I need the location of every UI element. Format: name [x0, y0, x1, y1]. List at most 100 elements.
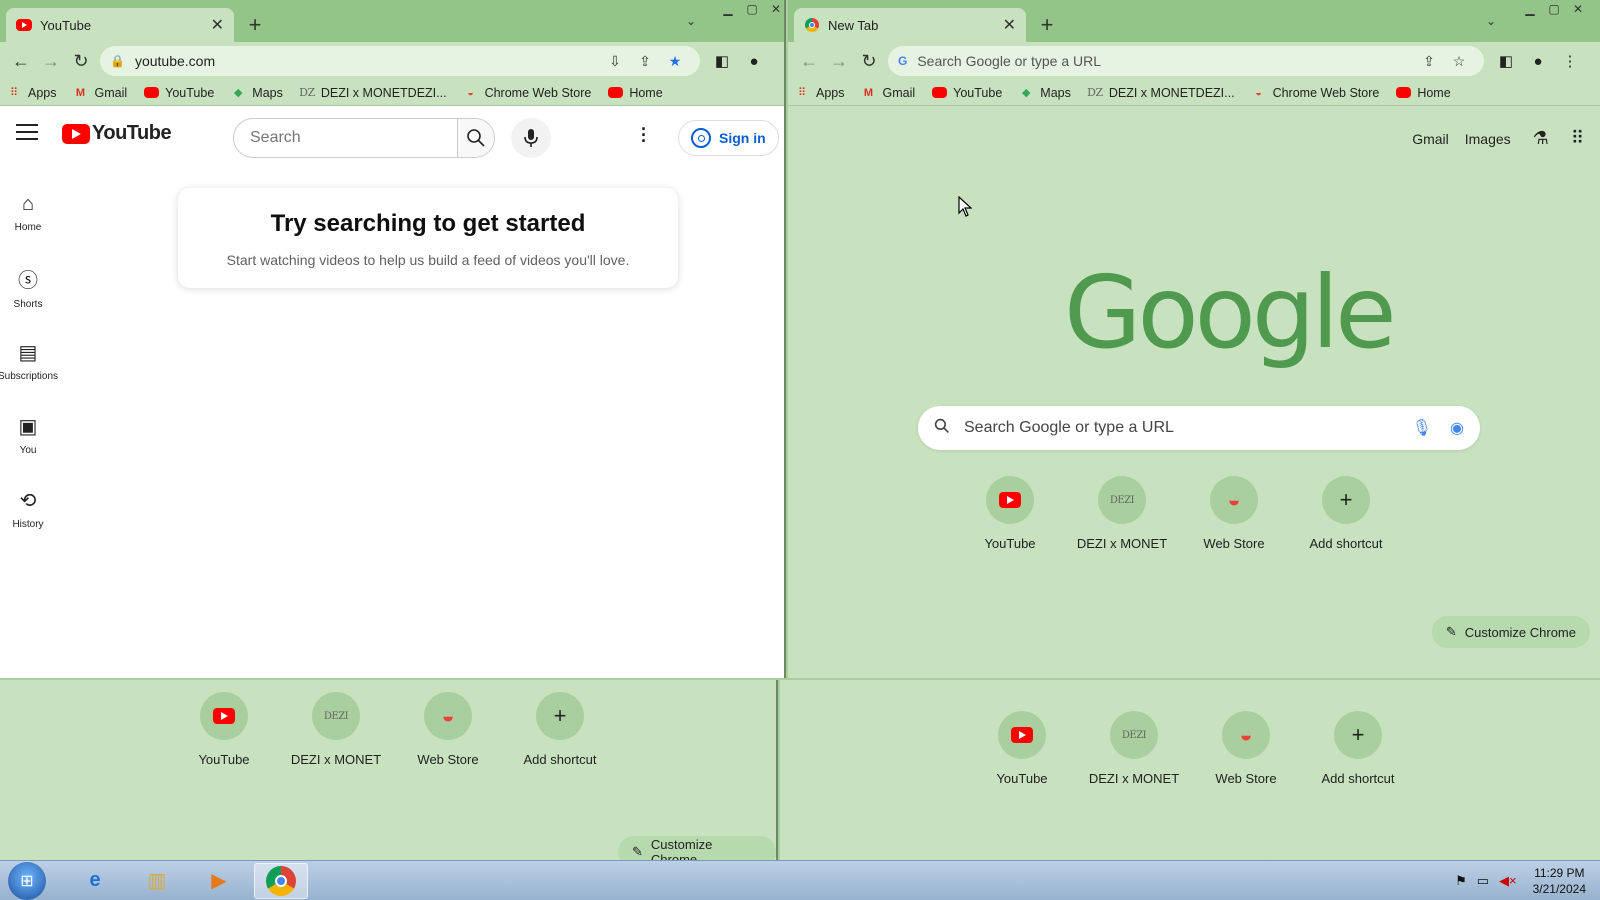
address-bar[interactable]: G Search Google or type a URL ⇪ ☆ [888, 46, 1484, 76]
dezi-icon: DEZI [1110, 711, 1158, 759]
sidebar-item-subscriptions[interactable]: ▤ Subscriptions [0, 324, 58, 398]
customize-chrome-button[interactable]: ✎ Customize Chrome [618, 836, 776, 860]
url-text: youtube.com [134, 53, 216, 69]
shortcut-add[interactable]: + Add shortcut [504, 692, 616, 767]
bookmark-maps[interactable]: ◆ Maps [1018, 86, 1071, 100]
bookmark-youtube[interactable]: YouTube [931, 86, 1002, 100]
reload-icon[interactable]: ↻ [854, 46, 884, 76]
tab-search-chevron-icon[interactable]: ⌄ [686, 14, 696, 28]
internet-explorer-icon[interactable]: e [68, 863, 122, 899]
maximize-icon[interactable]: ▢ [1542, 0, 1566, 18]
bookmark-dezi[interactable]: DZ DEZI x MONETDEZI... [1087, 86, 1234, 100]
address-bar[interactable]: 🔒 youtube.com ⇩ ⇪ ★ [100, 46, 700, 76]
youtube-logo[interactable]: YouTube [62, 122, 172, 145]
ntp-top-links: Gmail Images ⚗ ⠿ [1396, 128, 1584, 149]
bookmarks-bar: ⠿ Apps M Gmail YouTube ◆ Maps DZ DEZI x MONE… [0, 80, 784, 106]
profile-icon[interactable]: ● [738, 53, 770, 70]
shortcut-add[interactable]: + Add shortcut [1302, 711, 1414, 786]
shortcut-dezi[interactable]: DEZI DEZI x MONET [280, 692, 392, 767]
reload-icon[interactable]: ↻ [66, 46, 96, 76]
back-icon[interactable]: ← [794, 46, 824, 76]
bookmark-gmail[interactable]: M Gmail [73, 86, 127, 100]
sidebar-item-you[interactable]: ▣ You [0, 398, 56, 472]
shortcut-tiles: YouTube DEZI DEZI x MONET ◒ Web Store + Add… [966, 711, 1414, 786]
mic-icon[interactable]: 🎙 [1412, 418, 1432, 438]
window-controls: ▁ ▢ ✕ [1518, 0, 1590, 18]
share-icon[interactable]: ⇪ [1414, 53, 1444, 70]
tab-strip: New Tab ✕ + ⌄ ▁ ▢ ✕ [788, 0, 1600, 42]
volume-muted-icon[interactable]: ◀× [1499, 873, 1517, 889]
media-player-icon[interactable]: ▶ [192, 863, 246, 899]
start-button-icon[interactable]: ⊞ [8, 861, 46, 900]
sidebar-item-history[interactable]: ⟲ History [0, 472, 56, 546]
shortcut-dezi[interactable]: DEZI DEZI x MONET [1066, 476, 1178, 551]
sidebar-item-shorts[interactable]: ⓢ Shorts [0, 250, 56, 324]
close-tab-icon[interactable]: ✕ [1003, 15, 1016, 35]
bookmark-apps[interactable]: ⠿ Apps [794, 86, 845, 100]
labs-flask-icon[interactable]: ⚗ [1533, 128, 1549, 149]
sign-in-button[interactable]: Sign in [678, 120, 779, 156]
new-tab-button[interactable]: + [242, 12, 268, 38]
minimize-icon[interactable]: ▁ [716, 0, 740, 18]
tab-new-tab[interactable]: New Tab ✕ [794, 8, 1026, 42]
webstore-icon: ◒ [1210, 476, 1258, 524]
youtube-search-input[interactable] [234, 119, 457, 157]
search-button[interactable] [457, 119, 494, 157]
voice-search-button[interactable] [511, 118, 551, 158]
gmail-link[interactable]: Gmail [1412, 131, 1449, 147]
bookmark-home[interactable]: Home [607, 86, 663, 100]
close-window-icon[interactable]: ✕ [1566, 0, 1590, 18]
network-icon[interactable]: ▭ [1477, 873, 1489, 889]
close-window-icon[interactable]: ✕ [764, 0, 784, 18]
action-center-flag-icon[interactable]: ⚑ [1455, 873, 1467, 889]
side-panel-icon[interactable]: ◧ [706, 52, 738, 70]
tab-search-chevron-icon[interactable]: ⌄ [1486, 14, 1496, 28]
sidebar-item-home[interactable]: ⌂ Home [0, 176, 56, 250]
bookmark-webstore[interactable]: ◒ Chrome Web Store [1251, 86, 1379, 100]
system-clock[interactable]: 11:29 PM 3/21/2024 [1533, 865, 1586, 897]
lock-icon[interactable]: 🔒 [110, 54, 125, 68]
bookmark-webstore[interactable]: ◒ Chrome Web Store [463, 86, 591, 100]
shortcut-youtube[interactable]: YouTube [168, 692, 280, 767]
close-tab-icon[interactable]: ✕ [211, 15, 224, 35]
forward-icon[interactable]: → [824, 46, 854, 76]
new-tab-button[interactable]: + [1034, 12, 1060, 38]
shortcut-youtube[interactable]: YouTube [954, 476, 1066, 551]
bookmark-maps[interactable]: ◆ Maps [230, 86, 283, 100]
shortcut-webstore[interactable]: ◒ Web Store [392, 692, 504, 767]
share-icon[interactable]: ⇪ [630, 53, 660, 70]
shortcut-webstore[interactable]: ◒ Web Store [1190, 711, 1302, 786]
chrome-icon [804, 17, 820, 33]
bookmark-star-icon[interactable]: ★ [660, 53, 690, 70]
bookmark-youtube[interactable]: YouTube [143, 86, 214, 100]
back-icon[interactable]: ← [6, 46, 36, 76]
customize-chrome-button[interactable]: ✎ Customize Chrome [1431, 616, 1590, 648]
hamburger-menu-icon[interactable] [16, 124, 38, 145]
bookmark-home[interactable]: Home [1395, 86, 1451, 100]
bookmark-dezi[interactable]: DZ DEZI x MONETDEZI... [299, 86, 446, 100]
ntp-search-box[interactable]: Search Google or type a URL 🎙 ◉ [918, 406, 1480, 450]
shortcut-dezi[interactable]: DEZI DEZI x MONET [1078, 711, 1190, 786]
google-apps-icon[interactable]: ⠿ [1571, 128, 1584, 149]
side-panel-icon[interactable]: ◧ [1490, 52, 1522, 70]
shortcut-add[interactable]: + Add shortcut [1290, 476, 1402, 551]
shortcut-youtube[interactable]: YouTube [966, 711, 1078, 786]
chrome-icon [266, 865, 296, 896]
forward-icon[interactable]: → [36, 46, 66, 76]
profile-icon[interactable]: ● [1522, 53, 1554, 70]
minimize-icon[interactable]: ▁ [1518, 0, 1542, 18]
bookmark-gmail[interactable]: M Gmail [861, 86, 915, 100]
bookmark-apps[interactable]: ⠿ Apps [6, 86, 57, 100]
tab-strip: YouTube ✕ + ⌄ ▁ ▢ ✕ [0, 0, 784, 42]
bookmark-star-icon[interactable]: ☆ [1444, 53, 1474, 70]
tab-youtube[interactable]: YouTube ✕ [6, 8, 234, 42]
maximize-icon[interactable]: ▢ [740, 0, 764, 18]
chrome-menu-icon[interactable]: ⋮ [1554, 52, 1586, 70]
lens-camera-icon[interactable]: ◉ [1450, 418, 1464, 438]
install-icon[interactable]: ⇩ [600, 53, 630, 70]
file-explorer-icon[interactable]: ▥ [130, 863, 184, 899]
chrome-taskbar-button[interactable] [254, 862, 308, 899]
more-options-icon[interactable]: · · · [640, 120, 648, 150]
images-link[interactable]: Images [1465, 131, 1511, 147]
shortcut-webstore[interactable]: ◒ Web Store [1178, 476, 1290, 551]
